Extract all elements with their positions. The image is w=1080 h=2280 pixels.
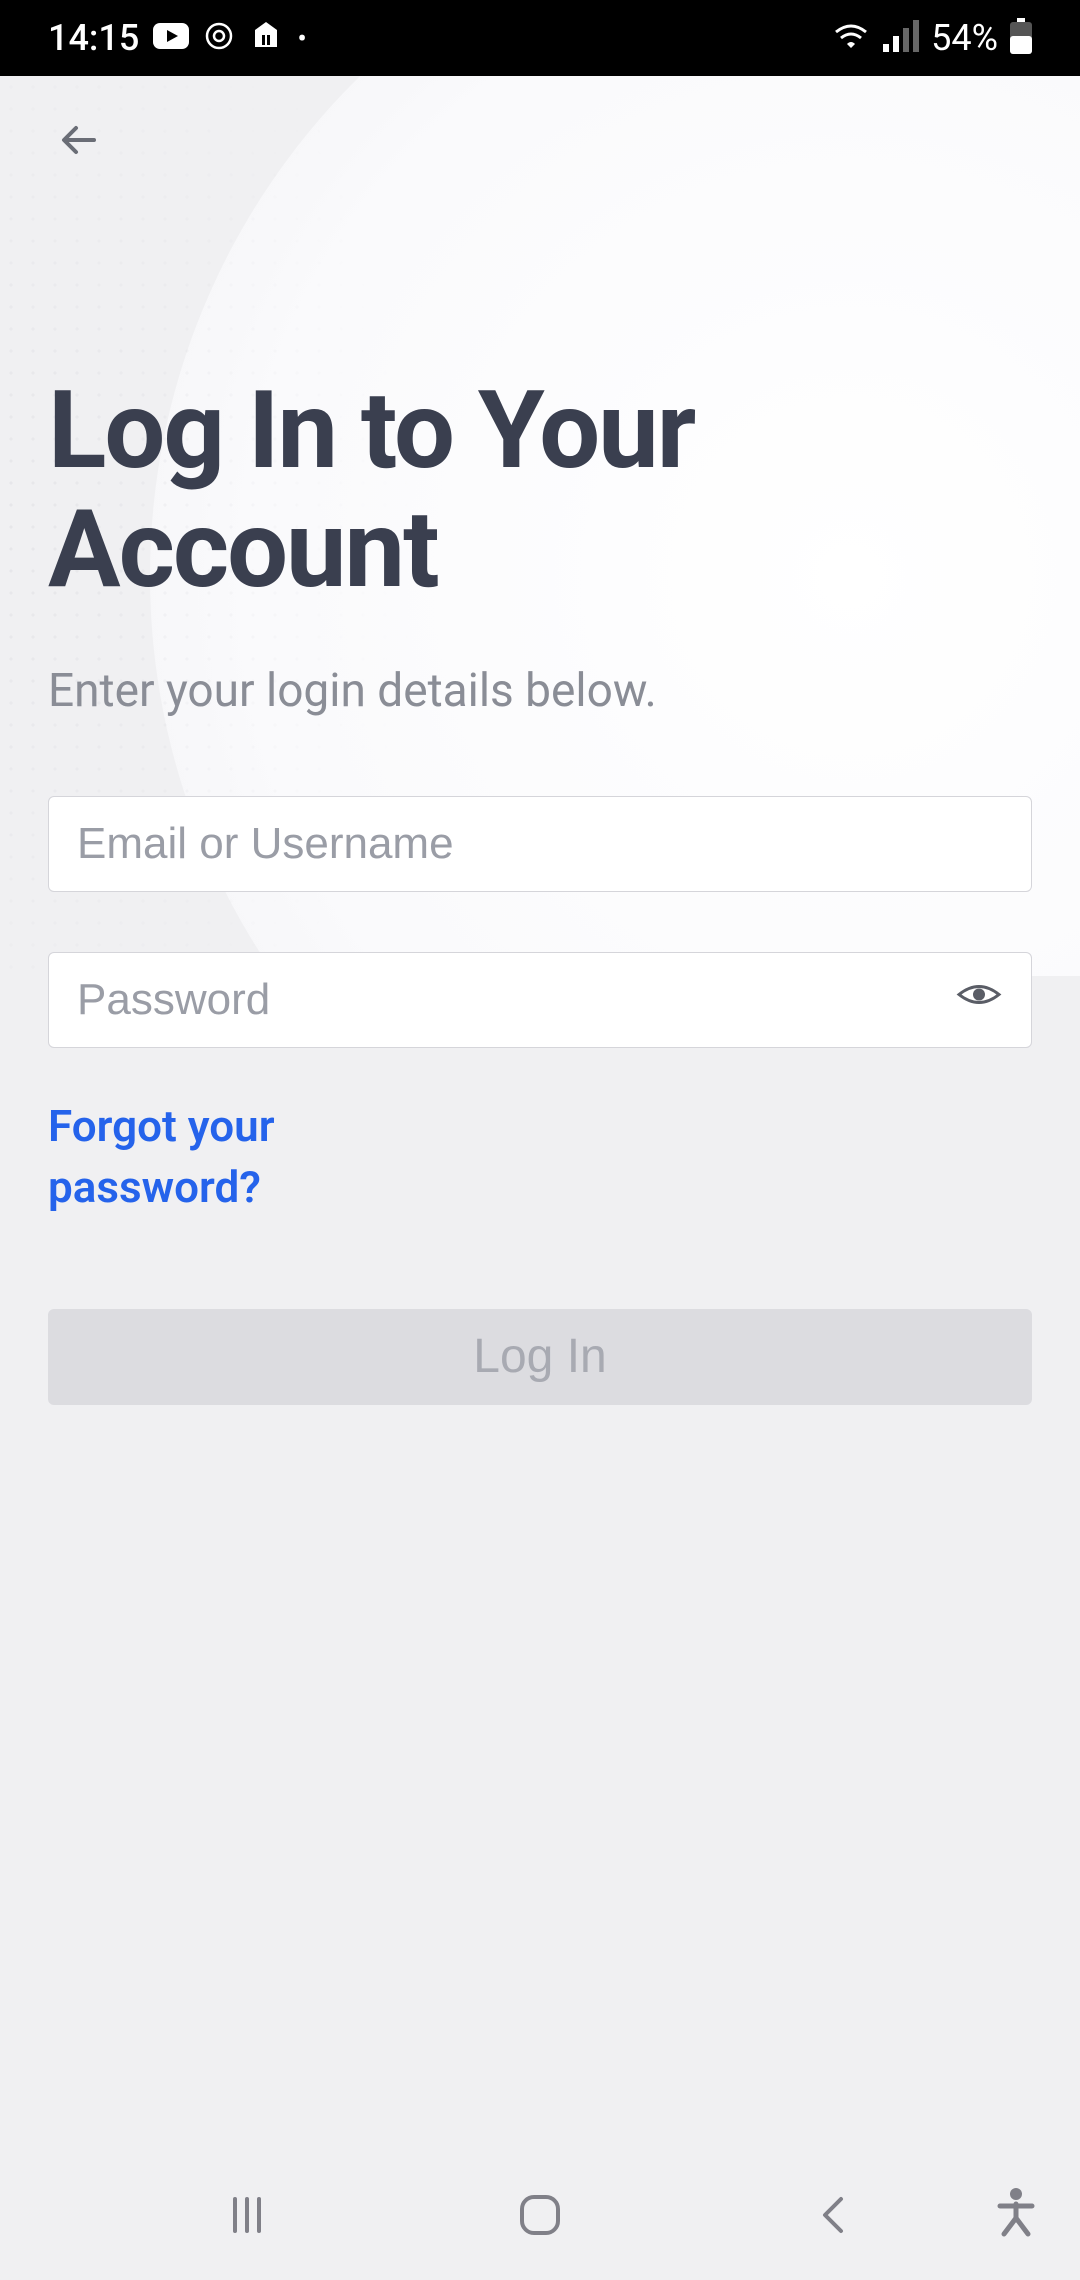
content-area: Log In to Your Account Enter your login …	[0, 108, 1080, 1405]
status-time: 14:15	[48, 17, 139, 59]
login-button-label: Log In	[473, 1317, 606, 1397]
wifi-icon	[831, 20, 871, 56]
forgot-password-link[interactable]: Forgot your password?	[48, 1096, 468, 1219]
system-nav-bar	[0, 2150, 1080, 2280]
nav-back-button[interactable]	[803, 2185, 863, 2245]
alarm-icon	[203, 20, 235, 56]
youtube-icon	[153, 23, 189, 53]
status-left: 14:15 •	[48, 17, 307, 59]
password-field-container	[48, 952, 1032, 1048]
email-field-container	[48, 796, 1032, 892]
accessibility-button[interactable]	[992, 2186, 1040, 2242]
recents-button[interactable]	[217, 2185, 277, 2245]
back-button[interactable]	[48, 108, 112, 172]
signal-icon	[883, 20, 919, 56]
recents-icon	[225, 2193, 269, 2237]
chevron-left-icon	[815, 2191, 851, 2239]
battery-percent: 54%	[931, 17, 998, 59]
notification-dot-icon: •	[297, 22, 306, 55]
eye-icon	[955, 970, 1003, 1018]
battery-icon	[1010, 18, 1032, 58]
status-bar: 14:15 • 54%	[0, 0, 1080, 76]
home-button[interactable]	[510, 2185, 570, 2245]
login-button[interactable]: Log In	[48, 1309, 1032, 1405]
page-subtitle: Enter your login details below.	[48, 664, 1032, 718]
email-field[interactable]	[77, 797, 1003, 891]
page-title: Log In to Your Account	[48, 372, 1032, 610]
forgot-password-text: Forgot your password?	[48, 1096, 468, 1219]
toggle-password-button[interactable]	[955, 970, 1003, 1029]
delivery-icon	[249, 19, 283, 57]
status-right: 54%	[831, 17, 1032, 59]
arrow-left-icon	[56, 116, 104, 164]
password-field[interactable]	[77, 953, 1003, 1047]
home-icon	[516, 2191, 564, 2239]
accessibility-icon	[992, 2186, 1040, 2238]
